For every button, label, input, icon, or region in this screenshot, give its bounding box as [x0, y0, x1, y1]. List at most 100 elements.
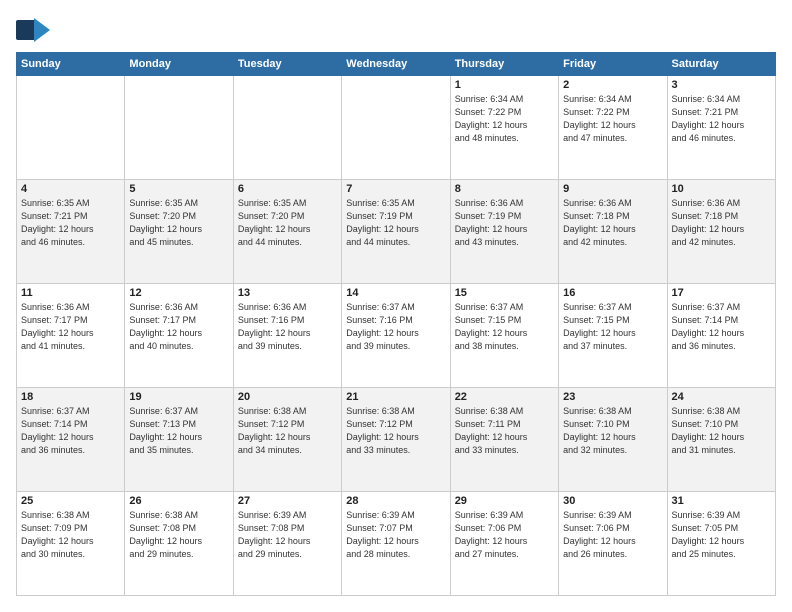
day-info: Sunrise: 6:36 AM Sunset: 7:16 PM Dayligh…: [238, 301, 337, 353]
day-number: 30: [563, 495, 662, 507]
day-number: 11: [21, 287, 120, 299]
day-info: Sunrise: 6:35 AM Sunset: 7:20 PM Dayligh…: [129, 197, 228, 249]
day-number: 6: [238, 183, 337, 195]
calendar-table: SundayMondayTuesdayWednesdayThursdayFrid…: [16, 52, 776, 596]
day-info: Sunrise: 6:38 AM Sunset: 7:12 PM Dayligh…: [346, 405, 445, 457]
weekday-header: Tuesday: [233, 53, 341, 76]
weekday-header: Friday: [559, 53, 667, 76]
calendar-header-row: SundayMondayTuesdayWednesdayThursdayFrid…: [17, 53, 776, 76]
calendar-cell: [125, 76, 233, 180]
day-info: Sunrise: 6:37 AM Sunset: 7:14 PM Dayligh…: [21, 405, 120, 457]
calendar-cell: 27 Sunrise: 6:39 AM Sunset: 7:08 PM Dayli…: [233, 492, 341, 596]
day-info: Sunrise: 6:37 AM Sunset: 7:15 PM Dayligh…: [455, 301, 554, 353]
day-info: Sunrise: 6:39 AM Sunset: 7:08 PM Dayligh…: [238, 509, 337, 561]
header: [16, 16, 776, 44]
calendar-cell: [342, 76, 450, 180]
day-number: 17: [672, 287, 771, 299]
calendar-cell: 14 Sunrise: 6:37 AM Sunset: 7:16 PM Dayli…: [342, 284, 450, 388]
day-number: 13: [238, 287, 337, 299]
day-info: Sunrise: 6:38 AM Sunset: 7:12 PM Dayligh…: [238, 405, 337, 457]
day-number: 9: [563, 183, 662, 195]
calendar-cell: 4Sunrise: 6:35 AM Sunset: 7:21 PM Daylig…: [17, 180, 125, 284]
day-info: Sunrise: 6:37 AM Sunset: 7:16 PM Dayligh…: [346, 301, 445, 353]
calendar-cell: 5 Sunrise: 6:35 AM Sunset: 7:20 PM Daylig…: [125, 180, 233, 284]
day-info: Sunrise: 6:35 AM Sunset: 7:21 PM Dayligh…: [21, 197, 120, 249]
day-info: Sunrise: 6:36 AM Sunset: 7:18 PM Dayligh…: [563, 197, 662, 249]
calendar-cell: 31 Sunrise: 6:39 AM Sunset: 7:05 PM Dayli…: [667, 492, 775, 596]
calendar-cell: 29Sunrise: 6:39 AM Sunset: 7:06 PM Dayli…: [450, 492, 558, 596]
day-number: 10: [672, 183, 771, 195]
day-info: Sunrise: 6:38 AM Sunset: 7:08 PM Dayligh…: [129, 509, 228, 561]
logo: [16, 16, 56, 44]
day-number: 18: [21, 391, 120, 403]
calendar-week-row: 25Sunrise: 6:38 AM Sunset: 7:09 PM Dayli…: [17, 492, 776, 596]
day-number: 2: [563, 79, 662, 91]
calendar-cell: 26 Sunrise: 6:38 AM Sunset: 7:08 PM Dayli…: [125, 492, 233, 596]
calendar-cell: 30 Sunrise: 6:39 AM Sunset: 7:06 PM Dayli…: [559, 492, 667, 596]
day-info: Sunrise: 6:38 AM Sunset: 7:10 PM Dayligh…: [563, 405, 662, 457]
calendar-cell: 22 Sunrise: 6:38 AM Sunset: 7:11 PM Dayli…: [450, 388, 558, 492]
day-info: Sunrise: 6:39 AM Sunset: 7:05 PM Dayligh…: [672, 509, 771, 561]
day-number: 22: [455, 391, 554, 403]
day-number: 15: [455, 287, 554, 299]
calendar-cell: 25Sunrise: 6:38 AM Sunset: 7:09 PM Dayli…: [17, 492, 125, 596]
day-number: 14: [346, 287, 445, 299]
day-number: 27: [238, 495, 337, 507]
calendar-cell: 7Sunrise: 6:35 AM Sunset: 7:19 PM Daylig…: [342, 180, 450, 284]
weekday-header: Monday: [125, 53, 233, 76]
day-info: Sunrise: 6:38 AM Sunset: 7:11 PM Dayligh…: [455, 405, 554, 457]
calendar-week-row: 4Sunrise: 6:35 AM Sunset: 7:21 PM Daylig…: [17, 180, 776, 284]
day-number: 19: [129, 391, 228, 403]
day-number: 23: [563, 391, 662, 403]
calendar-week-row: 18 Sunrise: 6:37 AM Sunset: 7:14 PM Dayli…: [17, 388, 776, 492]
day-number: 24: [672, 391, 771, 403]
calendar-cell: [233, 76, 341, 180]
day-number: 16: [563, 287, 662, 299]
day-number: 12: [129, 287, 228, 299]
day-number: 26: [129, 495, 228, 507]
day-info: Sunrise: 6:36 AM Sunset: 7:17 PM Dayligh…: [21, 301, 120, 353]
day-number: 1: [455, 79, 554, 91]
calendar-cell: 10 Sunrise: 6:36 AM Sunset: 7:18 PM Dayli…: [667, 180, 775, 284]
calendar-cell: 1 Sunrise: 6:34 AM Sunset: 7:22 PM Daylig…: [450, 76, 558, 180]
calendar-cell: 2Sunrise: 6:34 AM Sunset: 7:22 PM Daylig…: [559, 76, 667, 180]
day-info: Sunrise: 6:34 AM Sunset: 7:22 PM Dayligh…: [455, 93, 554, 145]
day-info: Sunrise: 6:37 AM Sunset: 7:13 PM Dayligh…: [129, 405, 228, 457]
day-info: Sunrise: 6:38 AM Sunset: 7:09 PM Dayligh…: [21, 509, 120, 561]
calendar-cell: 20 Sunrise: 6:38 AM Sunset: 7:12 PM Dayli…: [233, 388, 341, 492]
day-number: 7: [346, 183, 445, 195]
day-info: Sunrise: 6:36 AM Sunset: 7:18 PM Dayligh…: [672, 197, 771, 249]
calendar-cell: 21 Sunrise: 6:38 AM Sunset: 7:12 PM Dayli…: [342, 388, 450, 492]
day-number: 31: [672, 495, 771, 507]
day-number: 29: [455, 495, 554, 507]
logo-icon: [16, 16, 52, 44]
calendar-cell: [17, 76, 125, 180]
page: SundayMondayTuesdayWednesdayThursdayFrid…: [0, 0, 792, 612]
calendar-cell: 15 Sunrise: 6:37 AM Sunset: 7:15 PM Dayli…: [450, 284, 558, 388]
weekday-header: Thursday: [450, 53, 558, 76]
calendar-week-row: 1 Sunrise: 6:34 AM Sunset: 7:22 PM Daylig…: [17, 76, 776, 180]
weekday-header: Wednesday: [342, 53, 450, 76]
day-info: Sunrise: 6:39 AM Sunset: 7:06 PM Dayligh…: [563, 509, 662, 561]
calendar-cell: 13 Sunrise: 6:36 AM Sunset: 7:16 PM Dayli…: [233, 284, 341, 388]
day-info: Sunrise: 6:36 AM Sunset: 7:19 PM Dayligh…: [455, 197, 554, 249]
calendar-cell: 11 Sunrise: 6:36 AM Sunset: 7:17 PM Dayli…: [17, 284, 125, 388]
calendar-cell: 17 Sunrise: 6:37 AM Sunset: 7:14 PM Dayli…: [667, 284, 775, 388]
calendar-cell: 3Sunrise: 6:34 AM Sunset: 7:21 PM Daylig…: [667, 76, 775, 180]
weekday-header: Saturday: [667, 53, 775, 76]
calendar-cell: 19 Sunrise: 6:37 AM Sunset: 7:13 PM Dayli…: [125, 388, 233, 492]
calendar-cell: 28Sunrise: 6:39 AM Sunset: 7:07 PM Dayli…: [342, 492, 450, 596]
day-number: 20: [238, 391, 337, 403]
day-info: Sunrise: 6:37 AM Sunset: 7:15 PM Dayligh…: [563, 301, 662, 353]
calendar-cell: 16 Sunrise: 6:37 AM Sunset: 7:15 PM Dayli…: [559, 284, 667, 388]
day-number: 5: [129, 183, 228, 195]
calendar-cell: 9 Sunrise: 6:36 AM Sunset: 7:18 PM Daylig…: [559, 180, 667, 284]
calendar-cell: 23 Sunrise: 6:38 AM Sunset: 7:10 PM Dayli…: [559, 388, 667, 492]
calendar-cell: 18 Sunrise: 6:37 AM Sunset: 7:14 PM Dayli…: [17, 388, 125, 492]
day-info: Sunrise: 6:37 AM Sunset: 7:14 PM Dayligh…: [672, 301, 771, 353]
day-info: Sunrise: 6:35 AM Sunset: 7:20 PM Dayligh…: [238, 197, 337, 249]
day-info: Sunrise: 6:34 AM Sunset: 7:21 PM Dayligh…: [672, 93, 771, 145]
calendar-week-row: 11 Sunrise: 6:36 AM Sunset: 7:17 PM Dayli…: [17, 284, 776, 388]
day-number: 28: [346, 495, 445, 507]
day-number: 21: [346, 391, 445, 403]
